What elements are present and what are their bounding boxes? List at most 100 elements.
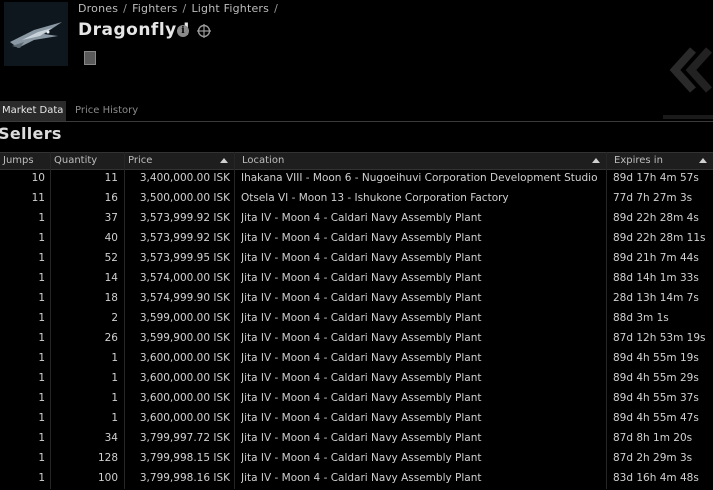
section-title: Sellers <box>0 124 62 143</box>
cell-price: 3,799,997.72 ISK <box>139 432 230 444</box>
column-divider <box>606 152 607 489</box>
tab-divider <box>0 121 713 122</box>
cell-quantity: 1 <box>111 372 118 384</box>
cell-location: Ihakana VIII - Moon 6 - Nugoeihuvi Corpo… <box>241 172 598 184</box>
cell-quantity: 14 <box>104 272 118 284</box>
cell-price: 3,400,000.00 ISK <box>139 172 230 184</box>
cell-location: Jita IV - Moon 4 - Caldari Navy Assembly… <box>241 452 482 464</box>
cell-quantity: 1 <box>111 392 118 404</box>
cell-price: 3,573,999.92 ISK <box>139 232 230 244</box>
cell-quantity: 1 <box>111 352 118 364</box>
column-label: Location <box>242 155 285 166</box>
cell-expires: 88d 14h 1m 33s <box>613 272 699 284</box>
cell-price: 3,500,000.00 ISK <box>139 192 230 204</box>
cell-expires: 87d 8h 1m 20s <box>613 432 693 444</box>
cell-location: Jita IV - Moon 4 - Caldari Navy Assembly… <box>241 212 482 224</box>
cell-jumps: 11 <box>31 192 45 204</box>
cell-location: Jita IV - Moon 4 - Caldari Navy Assembly… <box>241 312 482 324</box>
column-label: Jumps <box>3 155 34 166</box>
breadcrumb-item-fighters[interactable]: Fighters <box>132 2 177 15</box>
cell-price: 3,600,000.00 ISK <box>139 372 230 384</box>
cell-price: 3,600,000.00 ISK <box>139 412 230 424</box>
breadcrumb-separator: / <box>182 2 187 15</box>
cell-expires: 83d 16h 4m 48s <box>613 472 699 484</box>
column-header-price[interactable]: Price <box>124 153 234 169</box>
cell-jumps: 1 <box>38 452 45 464</box>
page-title: Dragonfly I <box>78 20 190 40</box>
cell-expires: 88d 3m 1s <box>613 312 669 324</box>
cell-jumps: 1 <box>38 272 45 284</box>
cell-location: Otsela VI - Moon 13 - Ishukone Corporati… <box>241 192 509 204</box>
cell-jumps: 1 <box>38 252 45 264</box>
cell-expires: 87d 12h 53m 19s <box>613 332 706 344</box>
info-icon[interactable]: i <box>177 25 189 37</box>
column-divider <box>50 152 51 489</box>
column-label: Quantity <box>54 155 98 166</box>
cell-quantity: 1 <box>111 412 118 424</box>
cell-location: Jita IV - Moon 4 - Caldari Navy Assembly… <box>241 432 482 444</box>
cell-location: Jita IV - Moon 4 - Caldari Navy Assembly… <box>241 372 482 384</box>
breadcrumb-item-drones[interactable]: Drones <box>78 2 118 15</box>
column-header-location[interactable]: Location <box>234 153 606 169</box>
cell-jumps: 1 <box>38 472 45 484</box>
cell-location: Jita IV - Moon 4 - Caldari Navy Assembly… <box>241 472 482 484</box>
column-header-expires[interactable]: Expires in <box>606 153 713 169</box>
cell-quantity: 18 <box>104 292 118 304</box>
background-emblem <box>663 47 713 119</box>
column-header-quantity[interactable]: Quantity <box>50 153 124 169</box>
cell-location: Jita IV - Moon 4 - Caldari Navy Assembly… <box>241 252 482 264</box>
sort-ascending-icon <box>699 158 707 163</box>
cell-quantity: 40 <box>104 232 118 244</box>
cell-expires: 89d 17h 4m 57s <box>613 172 699 184</box>
cell-jumps: 1 <box>38 352 45 364</box>
tab-market-data[interactable]: Market Data <box>0 101 66 121</box>
column-header-jumps[interactable]: Jumps <box>0 153 50 169</box>
column-label: Expires in <box>614 155 663 166</box>
breadcrumb-separator: / <box>274 2 278 15</box>
cell-expires: 89d 4h 55m 19s <box>613 352 699 364</box>
cell-jumps: 1 <box>38 332 45 344</box>
cell-quantity: 100 <box>97 472 118 484</box>
cell-location: Jita IV - Moon 4 - Caldari Navy Assembly… <box>241 412 482 424</box>
cell-expires: 28d 13h 14m 7s <box>613 292 699 304</box>
cell-jumps: 1 <box>38 212 45 224</box>
breadcrumb: Drones / Fighters / Light Fighters / <box>78 2 283 15</box>
cell-expires: 89d 4h 55m 47s <box>613 412 699 424</box>
cell-expires: 87d 2h 29m 3s <box>613 452 693 464</box>
cell-expires: 89d 4h 55m 29s <box>613 372 699 384</box>
tab-price-history[interactable]: Price History <box>73 101 140 121</box>
cell-location: Jita IV - Moon 4 - Caldari Navy Assembly… <box>241 272 482 284</box>
item-thumbnail[interactable] <box>4 2 68 66</box>
crosshair-icon[interactable] <box>197 24 211 38</box>
cell-quantity: 2 <box>111 312 118 324</box>
sort-ascending-icon <box>592 158 600 163</box>
cell-price: 3,600,000.00 ISK <box>139 352 230 364</box>
cell-quantity: 128 <box>97 452 118 464</box>
cell-jumps: 1 <box>38 432 45 444</box>
cell-quantity: 11 <box>104 172 118 184</box>
column-divider <box>124 152 125 489</box>
cell-price: 3,599,900.00 ISK <box>139 332 230 344</box>
cell-price: 3,600,000.00 ISK <box>139 392 230 404</box>
cell-location: Jita IV - Moon 4 - Caldari Navy Assembly… <box>241 232 482 244</box>
cell-price: 3,574,999.90 ISK <box>139 292 230 304</box>
fighter-image <box>4 2 68 66</box>
breadcrumb-item-light-fighters[interactable]: Light Fighters <box>191 2 269 15</box>
cell-jumps: 1 <box>38 292 45 304</box>
column-label: Price <box>128 155 153 166</box>
item-type-icon[interactable] <box>84 51 96 65</box>
cell-quantity: 26 <box>104 332 118 344</box>
cell-price: 3,799,998.16 ISK <box>139 472 230 484</box>
cell-location: Jita IV - Moon 4 - Caldari Navy Assembly… <box>241 292 482 304</box>
cell-quantity: 37 <box>104 212 118 224</box>
cell-expires: 77d 7h 27m 3s <box>613 192 693 204</box>
column-divider <box>234 152 235 489</box>
cell-expires: 89d 22h 28m 4s <box>613 212 699 224</box>
cell-price: 3,573,999.95 ISK <box>139 252 230 264</box>
cell-location: Jita IV - Moon 4 - Caldari Navy Assembly… <box>241 332 482 344</box>
cell-quantity: 34 <box>104 432 118 444</box>
cell-expires: 89d 22h 28m 11s <box>613 232 706 244</box>
cell-location: Jita IV - Moon 4 - Caldari Navy Assembly… <box>241 392 482 404</box>
cell-price: 3,573,999.92 ISK <box>139 212 230 224</box>
cell-expires: 89d 4h 55m 37s <box>613 392 699 404</box>
